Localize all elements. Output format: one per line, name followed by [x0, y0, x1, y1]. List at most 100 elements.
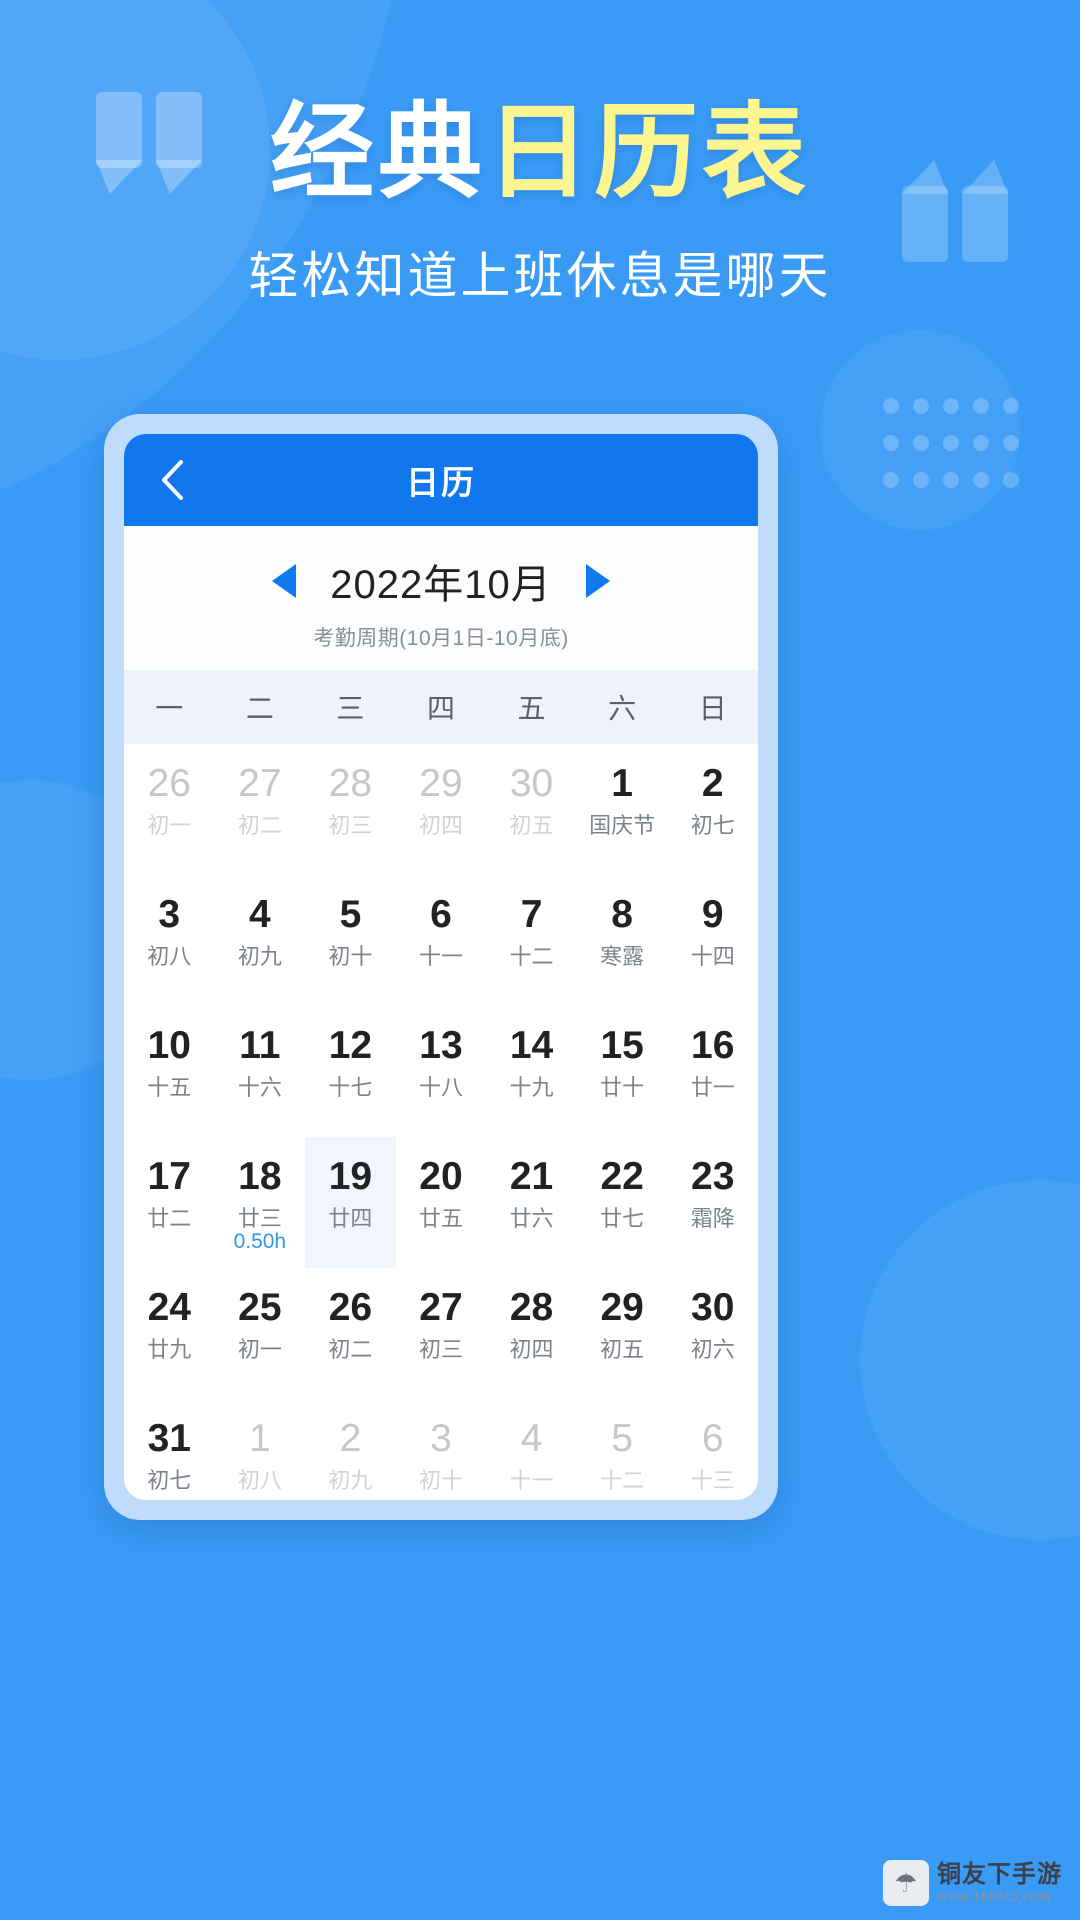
day-number: 6: [701, 1417, 724, 1460]
calendar-day-cell[interactable]: 19 廿四: [305, 1137, 396, 1268]
calendar-day-cell[interactable]: 6 十一: [396, 875, 487, 1006]
calendar-day-cell[interactable]: 20 廿五: [396, 1137, 487, 1268]
day-lunar-label: 初九: [328, 1468, 373, 1493]
site-logo-icon: ☂: [883, 1860, 929, 1906]
day-lunar-label: 廿二: [147, 1206, 192, 1231]
calendar-day-cell[interactable]: 4 初九: [215, 875, 306, 1006]
day-lunar-label: 十二: [600, 1468, 645, 1493]
calendar-day-cell[interactable]: 29 初五: [577, 1268, 668, 1399]
calendar-day-cell[interactable]: 25 初一: [215, 1268, 306, 1399]
day-lunar-label: 廿九: [147, 1337, 192, 1362]
weekday-label-thu: 四: [426, 693, 455, 724]
day-lunar-label: 廿四: [328, 1206, 373, 1231]
next-month-button[interactable]: [585, 564, 610, 598]
calendar-day-cell[interactable]: 30 初六: [667, 1268, 758, 1399]
day-lunar-label: 初十: [418, 1468, 463, 1493]
day-number: 12: [328, 1024, 373, 1067]
day-number: 22: [600, 1155, 644, 1198]
site-watermark-url: www.1686t0.com: [937, 1887, 1051, 1904]
day-number: 17: [147, 1155, 191, 1198]
weekday-label-sat: 六: [608, 693, 637, 724]
day-number: 30: [691, 1286, 735, 1329]
weekday-label-tue: 二: [245, 693, 274, 724]
day-lunar-label: 廿十: [600, 1075, 645, 1100]
day-number: 2: [339, 1417, 362, 1460]
calendar-day-cell[interactable]: 21 廿六: [486, 1137, 577, 1268]
calendar-day-cell[interactable]: 13 十八: [396, 1006, 487, 1137]
calendar-day-cell[interactable]: 27 初二: [215, 744, 306, 875]
calendar-day-cell[interactable]: 31 初七: [124, 1399, 215, 1500]
calendar-day-cell[interactable]: 29 初四: [396, 744, 487, 875]
promo-subtitle: 轻松知道上班休息是哪天: [248, 248, 832, 304]
day-number: 11: [239, 1024, 281, 1067]
calendar-day-cell[interactable]: 28 初三: [305, 744, 396, 875]
calendar-day-cell[interactable]: 27 初三: [396, 1268, 487, 1399]
promo-headline: 经典日历表: [0, 92, 1080, 215]
calendar-day-cell[interactable]: 10 十五: [124, 1006, 215, 1137]
day-number: 29: [419, 762, 463, 805]
calendar-day-cell[interactable]: 18 廿三 0.50h: [215, 1137, 306, 1268]
previous-month-button[interactable]: [272, 564, 297, 598]
day-lunar-label: 初六: [690, 1337, 735, 1362]
day-number: 30: [509, 762, 554, 805]
calendar-day-cell[interactable]: 15 廿十: [577, 1006, 668, 1137]
day-number: 31: [147, 1417, 191, 1460]
back-button[interactable]: [150, 458, 194, 502]
day-lunar-label: 初七: [690, 813, 735, 838]
calendar-day-cell[interactable]: 4 十一: [486, 1399, 577, 1500]
calendar-day-cell[interactable]: 1 国庆节: [577, 744, 668, 875]
calendar-day-cell[interactable]: 14 十九: [486, 1006, 577, 1137]
weekday-label-fri: 五: [517, 693, 546, 724]
calendar-day-cell[interactable]: 16 廿一: [667, 1006, 758, 1137]
calendar-day-cell[interactable]: 8 寒露: [577, 875, 668, 1006]
background-dot-grid: [876, 388, 1026, 498]
day-number: 20: [419, 1155, 463, 1198]
calendar-day-cell[interactable]: 2 初七: [667, 744, 758, 875]
day-lunar-label: 十七: [328, 1075, 373, 1100]
calendar-day-cell[interactable]: 23 霜降: [667, 1137, 758, 1268]
day-number: 28: [509, 1286, 554, 1329]
day-number: 27: [419, 1286, 463, 1329]
day-number: 29: [600, 1286, 644, 1329]
calendar-day-cell[interactable]: 24 廿九: [124, 1268, 215, 1399]
calendar-day-cell[interactable]: 26 初一: [124, 744, 215, 875]
calendar-day-cell[interactable]: 3 初八: [124, 875, 215, 1006]
calendar-day-cell[interactable]: 12 十七: [305, 1006, 396, 1137]
day-lunar-label: 初八: [237, 1468, 282, 1493]
calendar-day-cell[interactable]: 7 十二: [486, 875, 577, 1006]
weekday-header-row: 一 二 三 四 五 六 日: [124, 670, 758, 744]
calendar-day-cell[interactable]: 17 廿二: [124, 1137, 215, 1268]
day-number: 27: [238, 762, 282, 805]
day-number: 1: [249, 1417, 271, 1460]
phone-frame: 日历 2022年10月 考勤周期(10月1日-10月底) 一 二 三 四 五 六…: [104, 414, 778, 1520]
calendar-day-cell[interactable]: 6 十三: [667, 1399, 758, 1500]
calendar-day-cell[interactable]: 9 十四: [667, 875, 758, 1006]
day-number: 4: [249, 893, 271, 936]
calendar-day-cell[interactable]: 11 十六: [215, 1006, 306, 1137]
calendar-day-cell[interactable]: 3 初十: [396, 1399, 487, 1500]
day-number: 23: [691, 1155, 735, 1198]
calendar-day-cell[interactable]: 5 十二: [577, 1399, 668, 1500]
calendar-day-cell[interactable]: 26 初二: [305, 1268, 396, 1399]
day-lunar-label: 寒露: [600, 944, 645, 969]
day-lunar-label: 霜降: [690, 1206, 735, 1231]
calendar-day-cell[interactable]: 28 初四: [486, 1268, 577, 1399]
page-title: 日历: [406, 464, 476, 501]
day-lunar-label: 初一: [147, 813, 192, 838]
day-number: 3: [430, 1417, 452, 1460]
calendar-day-cell[interactable]: 2 初九: [305, 1399, 396, 1500]
calendar-day-cell[interactable]: 22 廿七: [577, 1137, 668, 1268]
calendar-day-grid: 26 初一 27 初二 28 初三 29 初四 30 初五 1 国庆节 2 初七 3 初八 4 初九 5 初十 6 十一 7…: [124, 744, 758, 1500]
day-lunar-label: 初七: [147, 1468, 192, 1493]
day-hours-badge: 0.50h: [233, 1230, 287, 1253]
day-lunar-label: 十五: [147, 1075, 192, 1100]
chevron-left-icon: [159, 459, 185, 501]
day-number: 24: [147, 1286, 191, 1329]
calendar-day-cell[interactable]: 5 初十: [305, 875, 396, 1006]
calendar-day-cell[interactable]: 1 初八: [215, 1399, 306, 1500]
day-number: 14: [509, 1024, 554, 1067]
day-number: 26: [328, 1286, 373, 1329]
month-navigation-row: 2022年10月: [124, 552, 758, 610]
calendar-day-cell[interactable]: 30 初五: [486, 744, 577, 875]
promo-headline-accent: 日历表: [486, 95, 811, 211]
